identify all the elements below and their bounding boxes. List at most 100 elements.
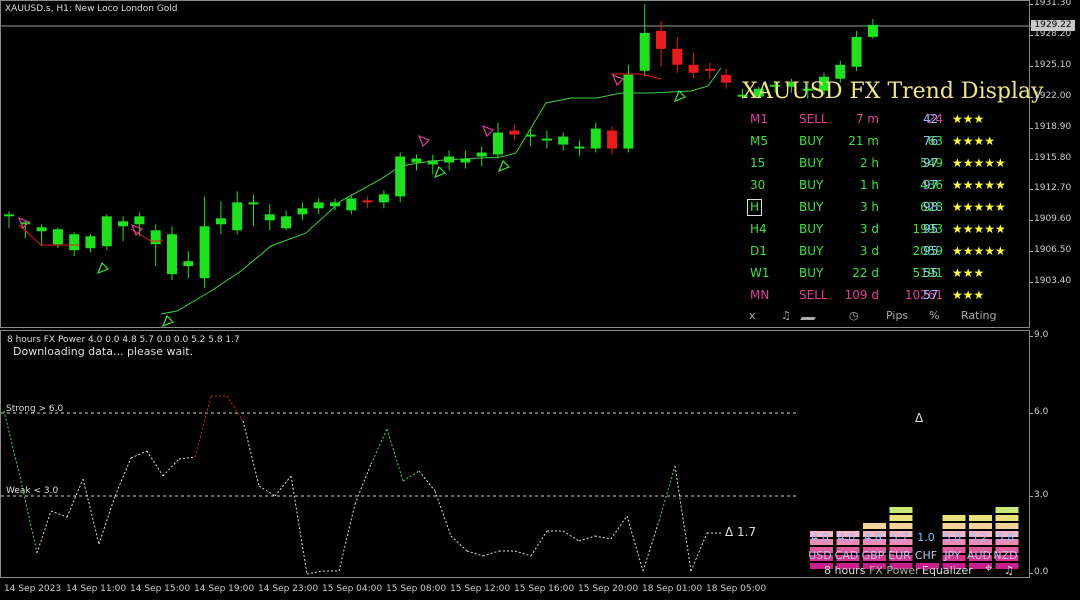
candle-body xyxy=(851,36,862,67)
pips-column-header[interactable]: Pips xyxy=(886,309,908,322)
candle-body xyxy=(574,146,585,149)
power-line-segment xyxy=(194,395,212,458)
equalizer-block xyxy=(863,523,886,529)
candle-body xyxy=(639,32,650,71)
candle-body xyxy=(232,202,243,231)
candle-body xyxy=(362,200,373,203)
fx-power-label[interactable]: FX Power xyxy=(869,564,920,577)
equalizer-currency[interactable]: USD xyxy=(807,549,833,562)
power-line-segment xyxy=(466,550,484,557)
resistance-trend-line xyxy=(611,73,662,80)
percent-column-header[interactable]: % xyxy=(929,309,939,322)
power-line-segment xyxy=(418,470,436,492)
buy-arrow-icon xyxy=(497,159,511,173)
power-tick: 9.0 xyxy=(1029,330,1049,340)
time-tick: 15 Sep 04:00 xyxy=(322,584,383,594)
close-icon[interactable]: x xyxy=(749,309,756,322)
equalizer-currency[interactable]: GBP xyxy=(860,549,886,562)
candle-body xyxy=(85,236,96,249)
clock-icon[interactable]: ◷ xyxy=(849,309,859,322)
power-line-segment xyxy=(242,420,260,487)
duration-label: 3 d xyxy=(859,222,879,236)
power-line-segment xyxy=(610,515,628,540)
time-tick: 15 Sep 08:00 xyxy=(386,584,447,594)
sell-arrow-icon xyxy=(417,134,431,148)
candle-body xyxy=(704,68,715,71)
candle-body xyxy=(134,216,145,225)
equalizer-currency[interactable]: CAD xyxy=(834,549,860,562)
chart-line-icon[interactable] xyxy=(800,317,816,320)
power-tick: 3.0 xyxy=(1029,490,1049,500)
equalizer-value: 4.0 xyxy=(811,531,829,544)
power-line-segment xyxy=(178,456,196,460)
equalizer-mode-label[interactable]: Equalizer xyxy=(922,564,973,577)
timeframe-label: H xyxy=(747,199,763,216)
support-trend-line xyxy=(160,67,722,315)
star-rating: ★★★★ xyxy=(952,134,996,148)
equalizer-value: 4.0 xyxy=(837,531,856,544)
candle-body xyxy=(313,202,324,209)
candle-body xyxy=(101,216,112,247)
power-line-segment xyxy=(50,510,68,518)
candle-body xyxy=(656,30,666,49)
candle-body xyxy=(623,74,634,149)
candle-body xyxy=(264,214,275,221)
time-axis: 14 Sep 2023 14 Sep 11:00 14 Sep 15:00 14 Se… xyxy=(0,578,1030,600)
equalizer-currency[interactable]: EUR xyxy=(887,549,913,562)
candle-body xyxy=(378,194,389,203)
timeframe-label: M5 xyxy=(750,134,768,148)
duration-label: 7 m xyxy=(855,112,879,126)
timeframe-label: MN xyxy=(750,288,770,302)
power-line-segment xyxy=(162,458,180,477)
power-tick: 6.0 xyxy=(1029,407,1049,417)
power-line-segment xyxy=(642,520,660,572)
candle-body xyxy=(69,234,80,251)
power-line-segment xyxy=(36,510,52,554)
sound-icon[interactable]: ♫ xyxy=(1004,564,1014,577)
duration-label: 21 m xyxy=(848,134,879,148)
price-tick: 1918.90 xyxy=(1029,121,1072,132)
equalizer-block xyxy=(995,515,1019,521)
weak-level-label: Weak < 3.0 xyxy=(6,486,59,496)
crosshair-icon[interactable]: ⌖ xyxy=(985,561,992,576)
price-chart-pane[interactable]: XAUUSD.s, H1: New Loco London Gold XAUUS… xyxy=(0,0,1044,328)
percent-value: 42 xyxy=(923,112,939,126)
duration-label: 2 h xyxy=(859,156,879,170)
candle-body xyxy=(493,132,503,155)
time-tick: 18 Sep 05:00 xyxy=(706,584,767,594)
power-line-segment xyxy=(370,428,388,465)
rating-column-header[interactable]: Rating xyxy=(961,309,996,322)
period-label[interactable]: 8 hours xyxy=(824,564,865,577)
candle-body xyxy=(346,198,357,211)
equalizer-block xyxy=(889,523,913,529)
equalizer-currency[interactable]: NZD xyxy=(993,549,1019,562)
candle-body xyxy=(36,227,47,232)
time-tick: 14 Sep 23:00 xyxy=(258,584,319,594)
time-tick: 14 Sep 2023 xyxy=(4,584,62,594)
candle-body xyxy=(4,214,14,217)
time-tick: 14 Sep 19:00 xyxy=(194,584,255,594)
sound-icon[interactable]: ♫ xyxy=(781,309,791,322)
equalizer-value: 5.2 xyxy=(970,531,988,544)
equalizer-block xyxy=(942,523,966,529)
equalizer-block xyxy=(889,515,913,521)
sell-arrow-icon xyxy=(130,223,144,237)
equalizer-value: 1.0 xyxy=(917,531,935,544)
candle-body xyxy=(248,202,259,205)
equalizer-currency[interactable]: JPY xyxy=(940,549,966,562)
time-tick: 15 Sep 16:00 xyxy=(514,584,575,594)
power-line-segment xyxy=(450,535,468,552)
power-line-segment xyxy=(578,535,596,542)
equalizer-block xyxy=(889,507,913,513)
percent-value: 57 xyxy=(923,288,939,302)
candle-body xyxy=(867,24,878,37)
price-tick: 1912.70 xyxy=(1029,183,1072,194)
trend-display-title: XAUUSD FX Trend Display xyxy=(742,79,1044,104)
percent-value: 76 xyxy=(923,134,939,148)
price-tick: 1925.10 xyxy=(1029,59,1072,70)
power-line-segment xyxy=(66,478,84,518)
power-line-segment xyxy=(98,495,116,545)
power-line-segment xyxy=(658,465,676,522)
percent-value: 55 xyxy=(923,266,939,280)
equalizer-currency[interactable]: CHF xyxy=(913,549,939,562)
